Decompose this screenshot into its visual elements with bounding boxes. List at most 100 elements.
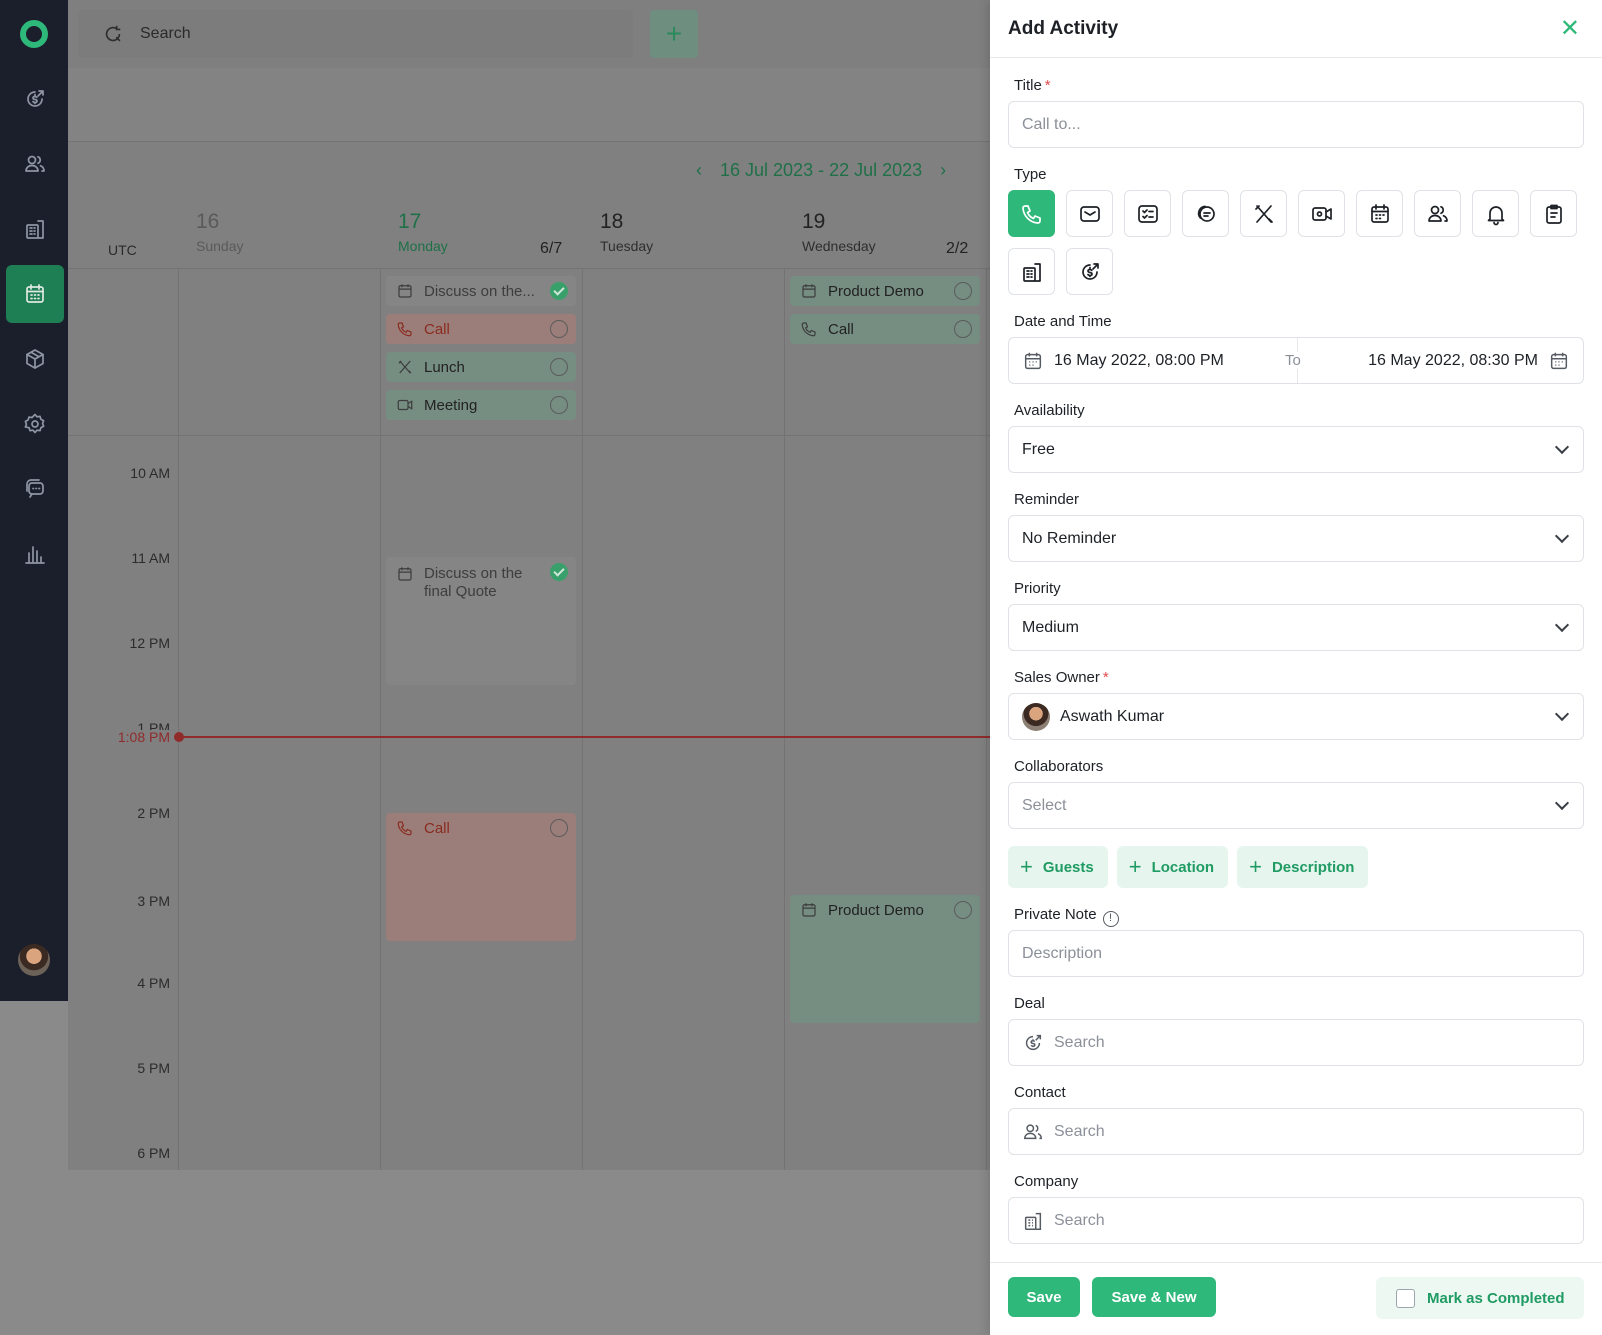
event-chip[interactable]: Meeting xyxy=(386,390,576,420)
grid-line xyxy=(582,268,583,1170)
next-week-icon[interactable]: › xyxy=(940,160,946,181)
deal-icon[interactable] xyxy=(1066,248,1113,295)
chat-icon[interactable] xyxy=(1182,190,1229,237)
mark-completed-toggle[interactable]: Mark as Completed xyxy=(1376,1277,1584,1319)
phone-icon xyxy=(397,821,412,836)
day-header-wednesday[interactable]: 19 Wednesday xyxy=(802,210,876,270)
company-search-input[interactable]: Search xyxy=(1008,1197,1584,1244)
mail-icon[interactable] xyxy=(1066,190,1113,237)
day-event-count: 2/2 xyxy=(946,240,969,257)
plus-icon: + xyxy=(1020,854,1033,879)
day-name: Sunday xyxy=(196,238,244,254)
add-location-button[interactable]: + Location xyxy=(1116,846,1229,888)
calendar-icon xyxy=(802,903,816,917)
clipboard-icon[interactable] xyxy=(1530,190,1577,237)
user-avatar[interactable] xyxy=(18,944,50,976)
day-header-tuesday[interactable]: 18 Tuesday xyxy=(600,210,653,270)
top-bar: Search + xyxy=(68,0,1000,68)
title-input[interactable]: Call to... xyxy=(1008,101,1584,148)
calendar-icon[interactable] xyxy=(1356,190,1403,237)
lunch-icon[interactable] xyxy=(1240,190,1287,237)
event-discuss-quote[interactable]: Discuss on the final Quote xyxy=(386,557,576,605)
day-header-monday[interactable]: 17 Monday xyxy=(398,210,448,270)
reminder-select[interactable]: No Reminder xyxy=(1008,515,1584,562)
add-guests-button[interactable]: + Guests xyxy=(1008,846,1108,888)
day-number: 17 xyxy=(398,210,422,233)
complete-toggle-icon[interactable] xyxy=(550,358,568,376)
companies-nav-icon[interactable] xyxy=(6,200,64,258)
global-search[interactable]: Search xyxy=(78,10,633,58)
save-new-button[interactable]: Save & New xyxy=(1092,1277,1216,1317)
completed-check-icon[interactable] xyxy=(550,563,568,581)
complete-toggle-icon[interactable] xyxy=(954,282,972,300)
search-placeholder: Search xyxy=(140,25,191,42)
grid-line xyxy=(68,268,1000,269)
collaborators-select[interactable]: Select xyxy=(1008,782,1584,829)
phone-icon xyxy=(397,322,412,337)
complete-toggle-icon[interactable] xyxy=(550,819,568,837)
completed-check-icon[interactable] xyxy=(550,282,568,300)
deal-search-input[interactable]: Search xyxy=(1008,1019,1584,1066)
end-datetime[interactable]: 16 May 2022, 08:30 PM xyxy=(1368,350,1570,372)
plus-icon: + xyxy=(1128,854,1142,879)
prev-week-icon[interactable]: ‹ xyxy=(696,160,702,181)
day-name: Monday xyxy=(398,238,448,254)
availability-label: Availability xyxy=(1014,402,1085,419)
hour-label: 2 PM xyxy=(137,805,170,821)
private-note-input[interactable]: Description xyxy=(1008,930,1584,977)
contacts-icon[interactable] xyxy=(1414,190,1461,237)
day-number: 16 xyxy=(196,210,220,233)
availability-select[interactable]: Free xyxy=(1008,426,1584,473)
hour-label: 10 AM xyxy=(130,465,170,481)
panel-footer: Save Save & New Mark as Completed xyxy=(990,1262,1602,1335)
building-icon[interactable] xyxy=(1008,248,1055,295)
video-icon[interactable] xyxy=(1298,190,1345,237)
hour-label: 4 PM xyxy=(137,975,170,991)
hour-label: 11 AM xyxy=(131,550,170,566)
products-nav-icon[interactable] xyxy=(6,330,64,388)
settings-nav-icon[interactable] xyxy=(6,395,64,453)
task-icon[interactable] xyxy=(1124,190,1171,237)
complete-toggle-icon[interactable] xyxy=(954,901,972,919)
day-number: 18 xyxy=(600,210,624,233)
event-chip[interactable]: Call xyxy=(386,314,576,344)
current-time-line xyxy=(178,736,1000,738)
add-button[interactable]: + xyxy=(650,10,698,58)
contacts-nav-icon[interactable] xyxy=(6,135,64,193)
event-chip[interactable]: Call xyxy=(790,314,980,344)
chevron-down-icon xyxy=(1554,439,1570,455)
deal-icon xyxy=(1025,1034,1042,1050)
info-icon[interactable]: ! xyxy=(1102,911,1119,927)
close-icon[interactable]: ✕ xyxy=(1560,17,1580,41)
reports-nav-icon[interactable] xyxy=(6,525,64,583)
day-header-sunday[interactable]: 16 Sunday xyxy=(196,210,243,270)
event-chip[interactable]: Product Demo xyxy=(790,276,980,306)
bell-icon[interactable] xyxy=(1472,190,1519,237)
event-product-demo[interactable]: Product Demo xyxy=(790,895,980,925)
complete-toggle-icon[interactable] xyxy=(550,320,568,338)
start-datetime[interactable]: 16 May 2022, 08:00 PM xyxy=(1022,350,1224,372)
sales-owner-select[interactable]: Aswath Kumar xyxy=(1008,693,1584,740)
contact-search-input[interactable]: Search xyxy=(1008,1108,1584,1155)
complete-toggle-icon[interactable] xyxy=(954,320,972,338)
complete-toggle-icon[interactable] xyxy=(550,396,568,414)
priority-select[interactable]: Medium xyxy=(1008,604,1584,651)
day-name: Tuesday xyxy=(600,238,654,254)
event-call[interactable]: Call xyxy=(386,813,576,843)
priority-label: Priority xyxy=(1014,580,1061,597)
phone-icon[interactable] xyxy=(1008,190,1055,237)
save-button[interactable]: Save xyxy=(1008,1277,1080,1317)
timezone-label: UTC xyxy=(108,242,137,258)
calendar-icon xyxy=(398,567,412,581)
add-description-button[interactable]: + Description xyxy=(1237,846,1369,888)
messages-nav-icon[interactable] xyxy=(6,460,64,518)
overlay-backdrop[interactable] xyxy=(68,1170,990,1335)
deals-nav-icon[interactable] xyxy=(6,70,64,128)
grid-line xyxy=(68,435,1000,436)
event-chip[interactable]: Discuss on the... xyxy=(386,276,576,306)
calendar-nav-icon[interactable] xyxy=(6,265,64,323)
hour-label: 3 PM xyxy=(137,893,170,909)
search-icon xyxy=(105,25,121,42)
checkbox[interactable] xyxy=(1396,1288,1415,1308)
event-chip[interactable]: Lunch xyxy=(386,352,576,382)
